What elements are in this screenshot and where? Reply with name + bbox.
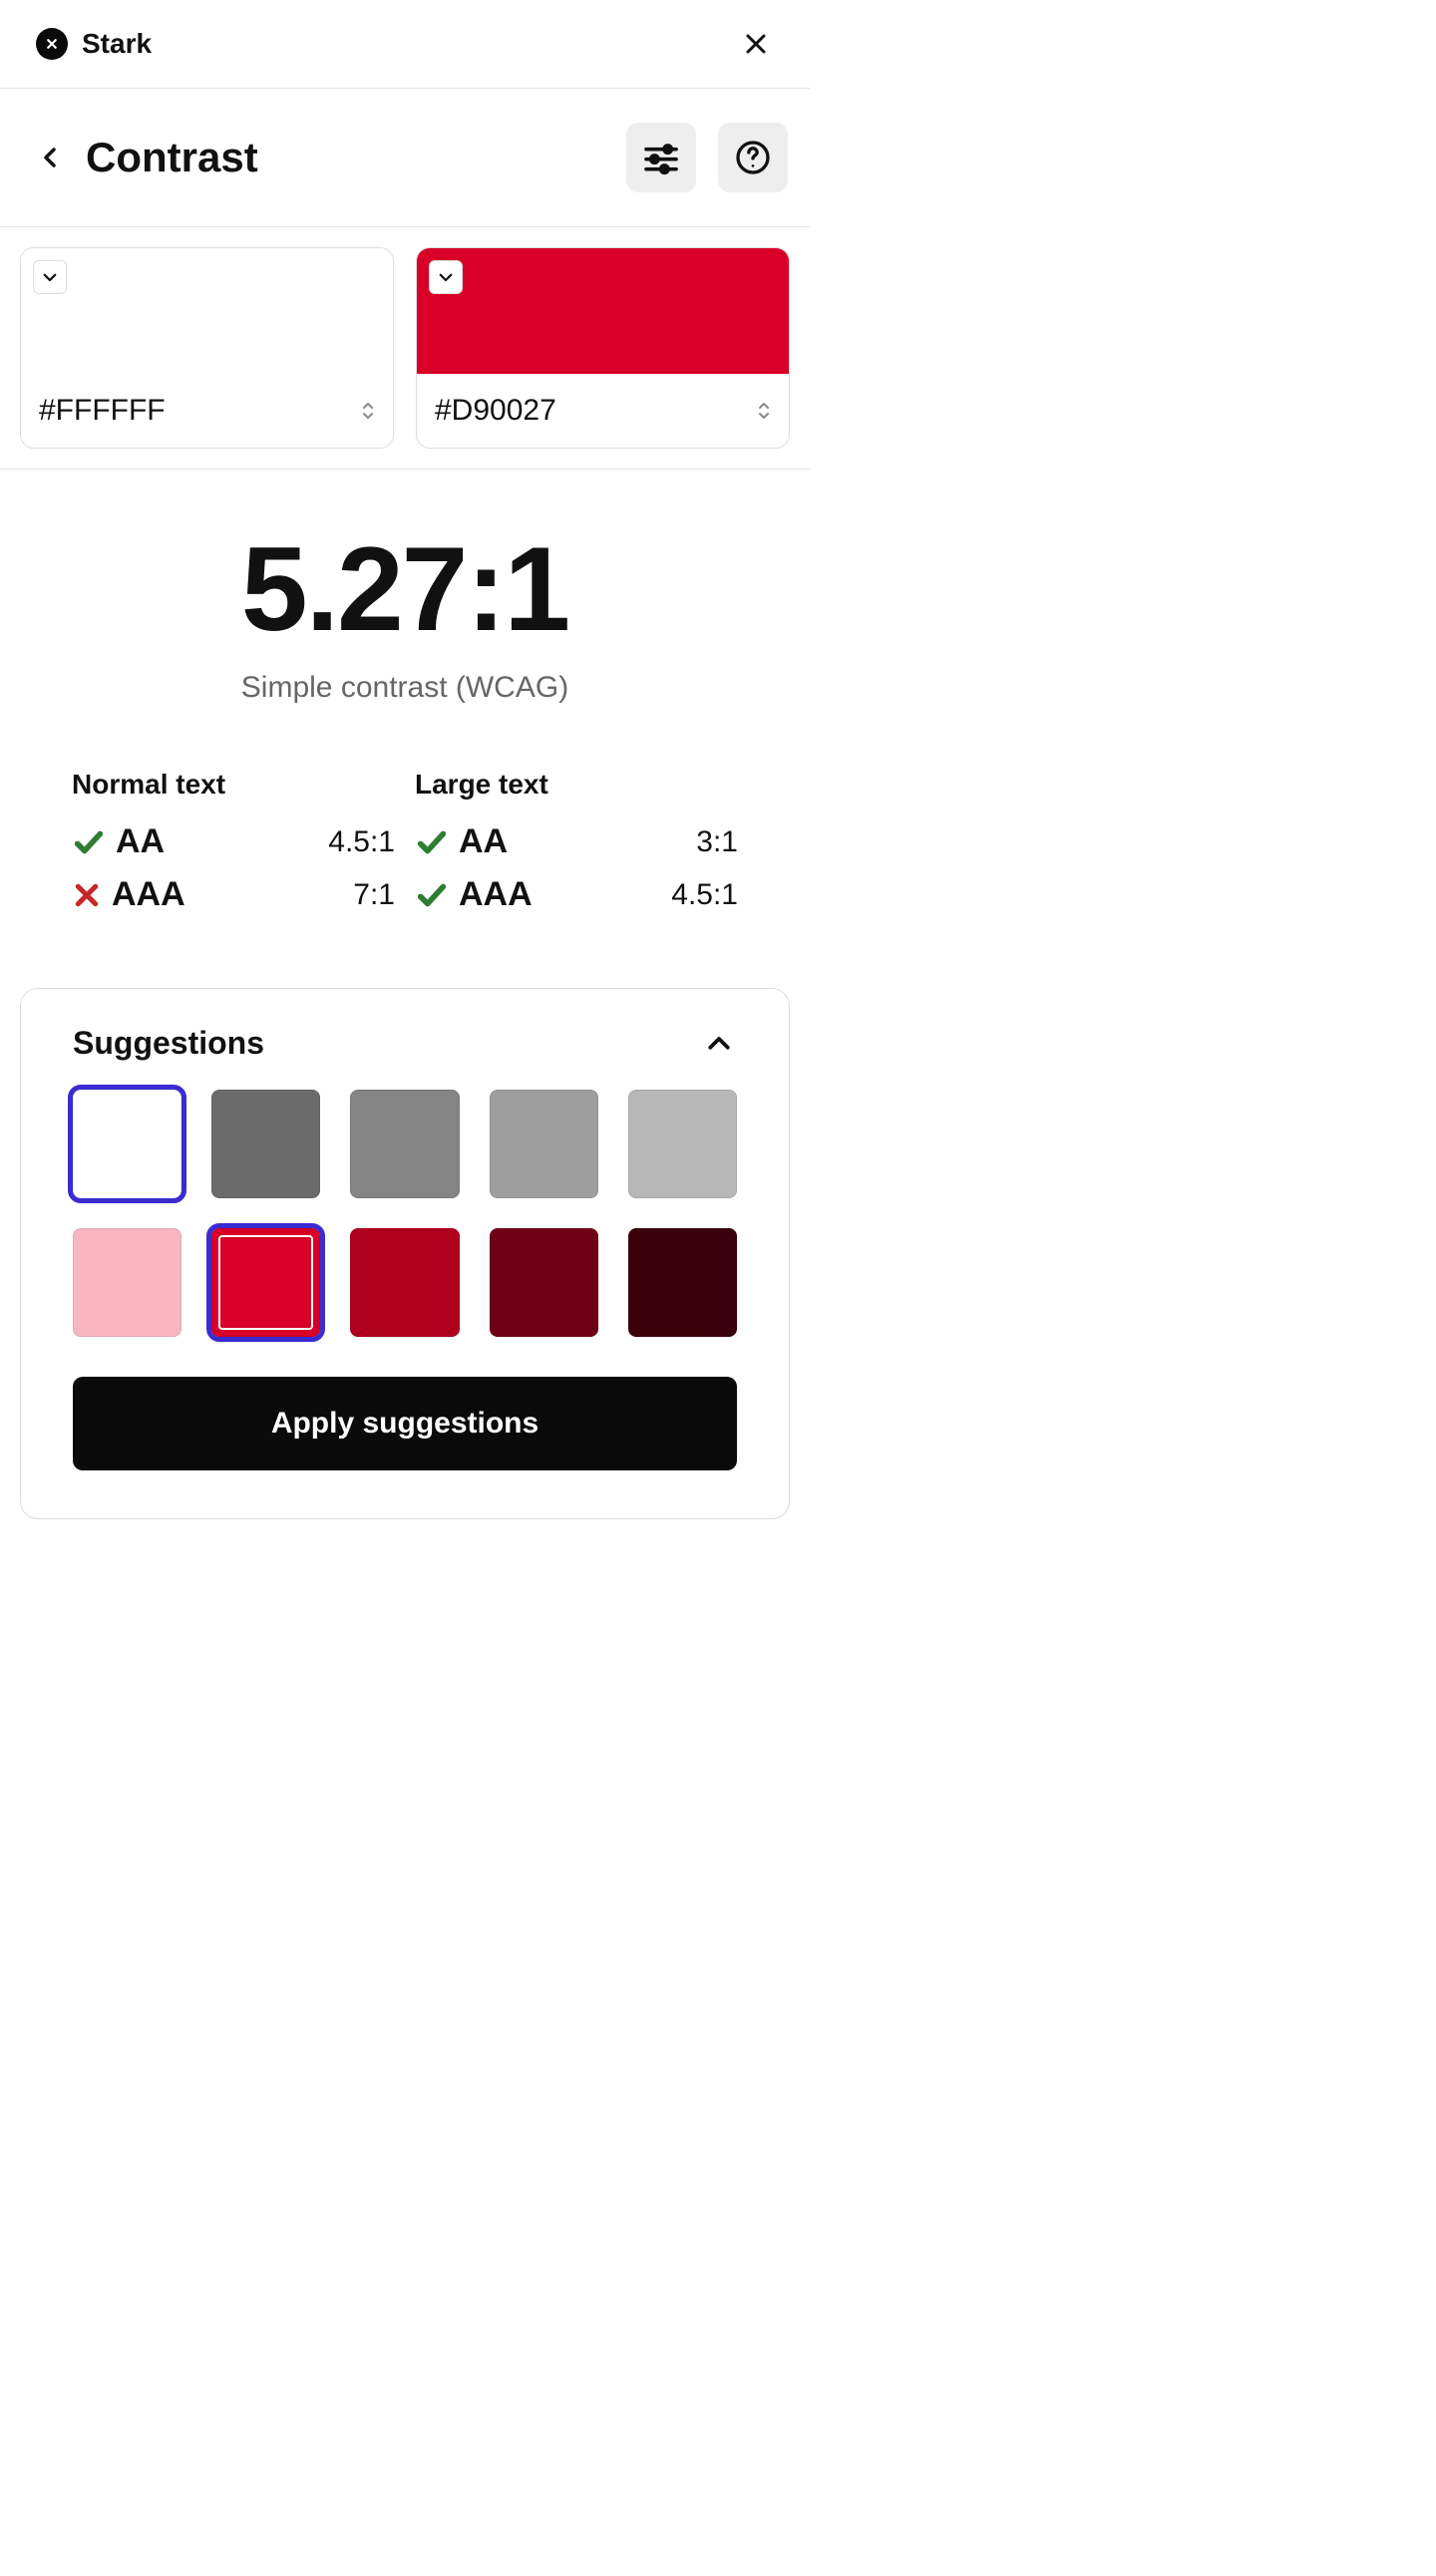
compliance-level: AA (116, 822, 165, 861)
close-button[interactable] (736, 24, 776, 64)
color-swatch-row: #FFFFFF #D90027 (0, 227, 810, 470)
stark-panel: Stark Contrast (0, 0, 810, 1519)
foreground-hex-row[interactable]: #FFFFFF (21, 374, 393, 448)
compliance-large-text: Large text AA 3:1 AAA 4.5:1 (415, 769, 738, 928)
close-icon (740, 28, 772, 60)
compliance-threshold: 3:1 (696, 825, 738, 859)
compliance-row: AAA 4.5:1 (415, 875, 738, 914)
settings-button[interactable] (626, 123, 696, 192)
background-hex-row[interactable]: #D90027 (417, 374, 789, 448)
suggestion-swatch[interactable] (211, 1090, 320, 1198)
title-left: Contrast (34, 134, 258, 181)
suggestion-swatch[interactable] (628, 1090, 737, 1198)
compliance-grid: Normal text AA 4.5:1 AAA 7:1 Large text AA 3… (0, 745, 810, 988)
compliance-level: AA (459, 822, 508, 861)
contrast-sublabel: Simple contrast (WCAG) (72, 671, 738, 705)
chevron-up-icon (704, 1029, 734, 1059)
compliance-level: AAA (112, 875, 185, 914)
back-button[interactable] (34, 141, 68, 174)
suggestion-swatch[interactable] (350, 1228, 459, 1337)
compliance-row-left: AAA (415, 875, 533, 914)
compliance-row-left: AAA (72, 875, 185, 914)
suggestion-swatch[interactable] (73, 1228, 181, 1337)
x-icon (72, 880, 102, 910)
compliance-row-left: AA (415, 822, 508, 861)
compliance-row: AA 3:1 (415, 822, 738, 861)
compliance-threshold: 4.5:1 (671, 878, 738, 912)
title-row: Contrast (0, 89, 810, 227)
check-icon (415, 825, 449, 859)
compliance-threshold: 4.5:1 (328, 825, 395, 859)
background-picker-toggle[interactable] (429, 260, 463, 294)
chevron-down-icon (437, 268, 455, 286)
suggestions-title: Suggestions (73, 1025, 264, 1062)
suggestions-grid (73, 1090, 737, 1337)
suggestions-header: Suggestions (73, 1025, 737, 1062)
suggestion-swatch[interactable] (628, 1228, 737, 1337)
foreground-color-card: #FFFFFF (20, 247, 394, 449)
compliance-threshold: 7:1 (353, 878, 395, 912)
background-hex-value: #D90027 (435, 394, 556, 428)
compliance-row: AAA 7:1 (72, 875, 395, 914)
chevron-down-icon (41, 268, 59, 286)
stark-logo-icon (36, 28, 68, 60)
help-icon (733, 138, 773, 177)
foreground-swatch[interactable] (21, 248, 393, 374)
compliance-col-title: Large text (415, 769, 738, 801)
background-swatch[interactable] (417, 248, 789, 374)
suggestion-swatch[interactable] (490, 1090, 598, 1198)
stepper-icon (361, 401, 375, 421)
stepper-icon (757, 401, 771, 421)
check-icon (415, 878, 449, 912)
suggestions-panel: Suggestions Apply suggestions (20, 988, 790, 1519)
suggestions-collapse-button[interactable] (701, 1026, 737, 1062)
app-title: Stark (82, 28, 152, 60)
apply-suggestions-button[interactable]: Apply suggestions (73, 1377, 737, 1470)
suggestion-swatch[interactable] (350, 1090, 459, 1198)
compliance-normal-text: Normal text AA 4.5:1 AAA 7:1 (72, 769, 395, 928)
foreground-picker-toggle[interactable] (33, 260, 67, 294)
header-left: Stark (36, 28, 152, 60)
title-actions (626, 123, 788, 192)
page-title: Contrast (86, 134, 258, 181)
chevron-left-icon (39, 141, 63, 174)
compliance-row-left: AA (72, 822, 165, 861)
panel-header: Stark (0, 0, 810, 89)
compliance-row: AA 4.5:1 (72, 822, 395, 861)
contrast-result: 5.27:1 Simple contrast (WCAG) (0, 470, 810, 745)
sliders-icon (641, 138, 681, 177)
suggestion-swatch[interactable] (73, 1090, 181, 1198)
check-icon (72, 825, 106, 859)
compliance-col-title: Normal text (72, 769, 395, 801)
background-color-card: #D90027 (416, 247, 790, 449)
suggestion-swatch[interactable] (211, 1228, 320, 1337)
help-button[interactable] (718, 123, 788, 192)
compliance-level: AAA (459, 875, 533, 914)
contrast-ratio: 5.27:1 (72, 529, 738, 649)
foreground-hex-value: #FFFFFF (39, 394, 166, 428)
suggestion-swatch[interactable] (490, 1228, 598, 1337)
